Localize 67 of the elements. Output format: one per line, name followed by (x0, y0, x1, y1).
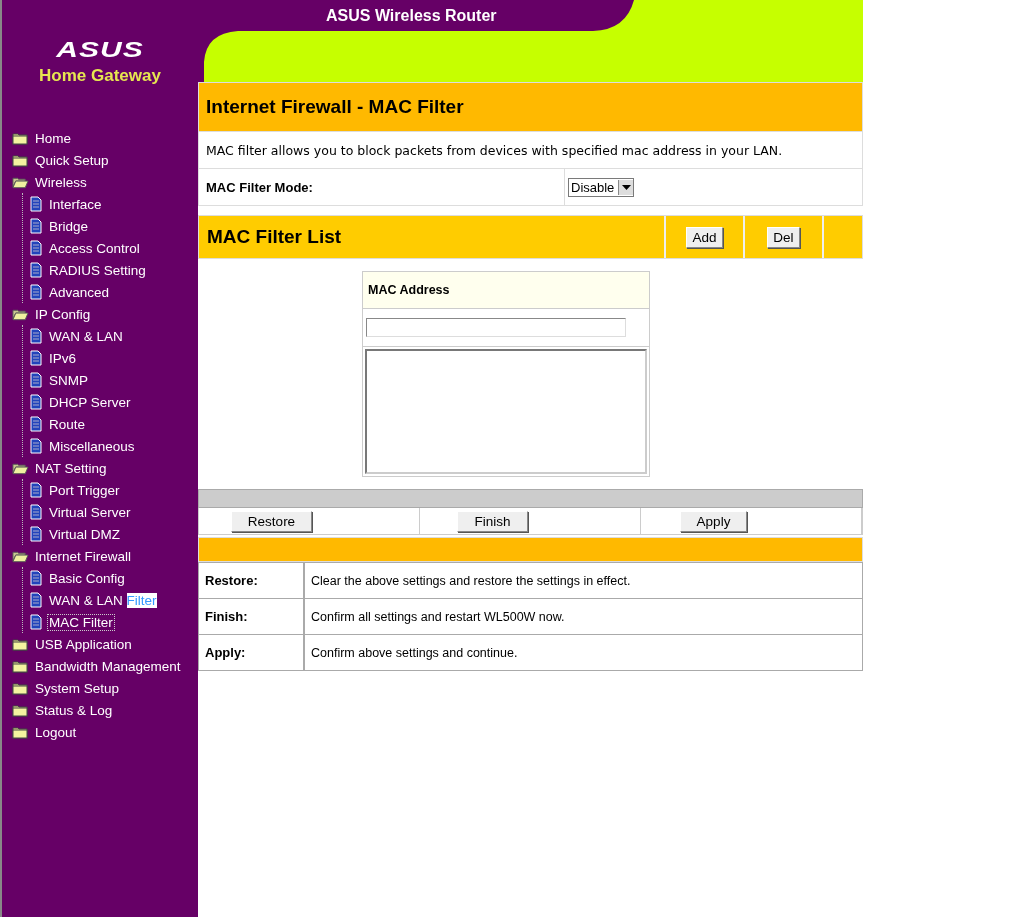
page-icon (30, 240, 42, 256)
menu-item[interactable]: Status & Log (35, 702, 113, 718)
help-term: Apply: (205, 645, 246, 660)
list-title: MAC Filter List (207, 226, 342, 248)
page-icon (30, 262, 42, 278)
subtitle: Home Gateway (39, 66, 161, 86)
submenu-item[interactable]: Advanced (47, 283, 112, 301)
menu-item[interactable]: Bandwidth Management (35, 658, 181, 674)
column-header: MAC Address (368, 283, 450, 297)
add-button[interactable]: Add (686, 226, 723, 248)
menu-item[interactable]: System Setup (35, 680, 120, 696)
asus-logo: ASUS (56, 37, 144, 61)
submenu-item[interactable]: WAN & LAN Filter (47, 591, 159, 609)
submenu-item[interactable]: Virtual Server (47, 503, 133, 521)
menu-item[interactable]: Internet Firewall (35, 548, 132, 564)
delete-button[interactable]: Del (767, 226, 800, 248)
page-icon (30, 570, 42, 586)
field-label: MAC Filter Mode: (206, 179, 313, 195)
page-icon (30, 614, 42, 630)
submenu-item[interactable]: MAC Filter (47, 613, 115, 631)
menu-item[interactable]: Wireless (35, 174, 87, 190)
help-text: Confirm all settings and restart WL500W now. (311, 609, 565, 624)
submenu-item[interactable]: SNMP (47, 371, 90, 389)
submenu-item[interactable]: IPv6 (47, 349, 78, 367)
menu-item[interactable]: USB Application (35, 636, 132, 652)
page-title: Internet Firewall - MAC Filter (206, 96, 464, 118)
submenu-item[interactable]: Miscellaneous (47, 437, 137, 455)
help-term: Finish: (205, 609, 248, 624)
description-text: MAC filter allows you to block packets from devices with specified mac address in your LAN. (206, 142, 783, 158)
page-icon (30, 438, 42, 454)
menu-item[interactable]: Quick Setup (35, 152, 109, 168)
submenu-item[interactable]: Virtual DMZ (47, 525, 122, 543)
menu-item[interactable]: IP Config (35, 306, 91, 322)
menu-item[interactable]: NAT Setting (35, 460, 107, 476)
submenu-item[interactable]: WAN & LAN (47, 327, 125, 345)
action-button[interactable]: Apply (679, 510, 748, 532)
submenu-item[interactable]: DHCP Server (47, 393, 133, 411)
help-text: Confirm above settings and continue. (311, 645, 518, 660)
page-icon (30, 196, 42, 212)
page-icon (30, 504, 42, 520)
header-title: ASUS Wireless Router (326, 6, 497, 26)
mac-address-field[interactable] (366, 318, 626, 337)
mac-address-list[interactable] (365, 349, 647, 474)
submenu-item[interactable]: Interface (47, 195, 104, 213)
action-button[interactable]: Restore (230, 510, 313, 532)
page-icon (30, 218, 42, 234)
submenu-item[interactable]: Bridge (47, 217, 91, 235)
page-icon (30, 394, 42, 410)
page-icon (30, 526, 42, 542)
menu-item[interactable]: Home (35, 130, 71, 146)
menu-item[interactable]: Logout (35, 724, 77, 740)
submenu-item[interactable]: Port Trigger (47, 481, 122, 499)
action-button[interactable]: Finish (457, 510, 528, 532)
help-text: Clear the above settings and restore the settings in effect. (311, 573, 631, 588)
page-icon (30, 328, 42, 344)
page-icon (30, 482, 42, 498)
page-icon (30, 350, 42, 366)
submenu-item[interactable]: Route (47, 415, 88, 433)
submenu-item[interactable]: Access Control (47, 239, 142, 257)
page-icon (30, 416, 42, 432)
help-term: Restore: (205, 573, 258, 588)
page-icon (30, 372, 42, 388)
mode-dropdown[interactable]: Disable (568, 177, 635, 197)
page-icon (30, 284, 42, 300)
submenu-item[interactable]: Basic Config (47, 569, 127, 587)
submenu-item[interactable]: RADIUS Setting (47, 261, 148, 279)
page-icon (30, 592, 42, 608)
